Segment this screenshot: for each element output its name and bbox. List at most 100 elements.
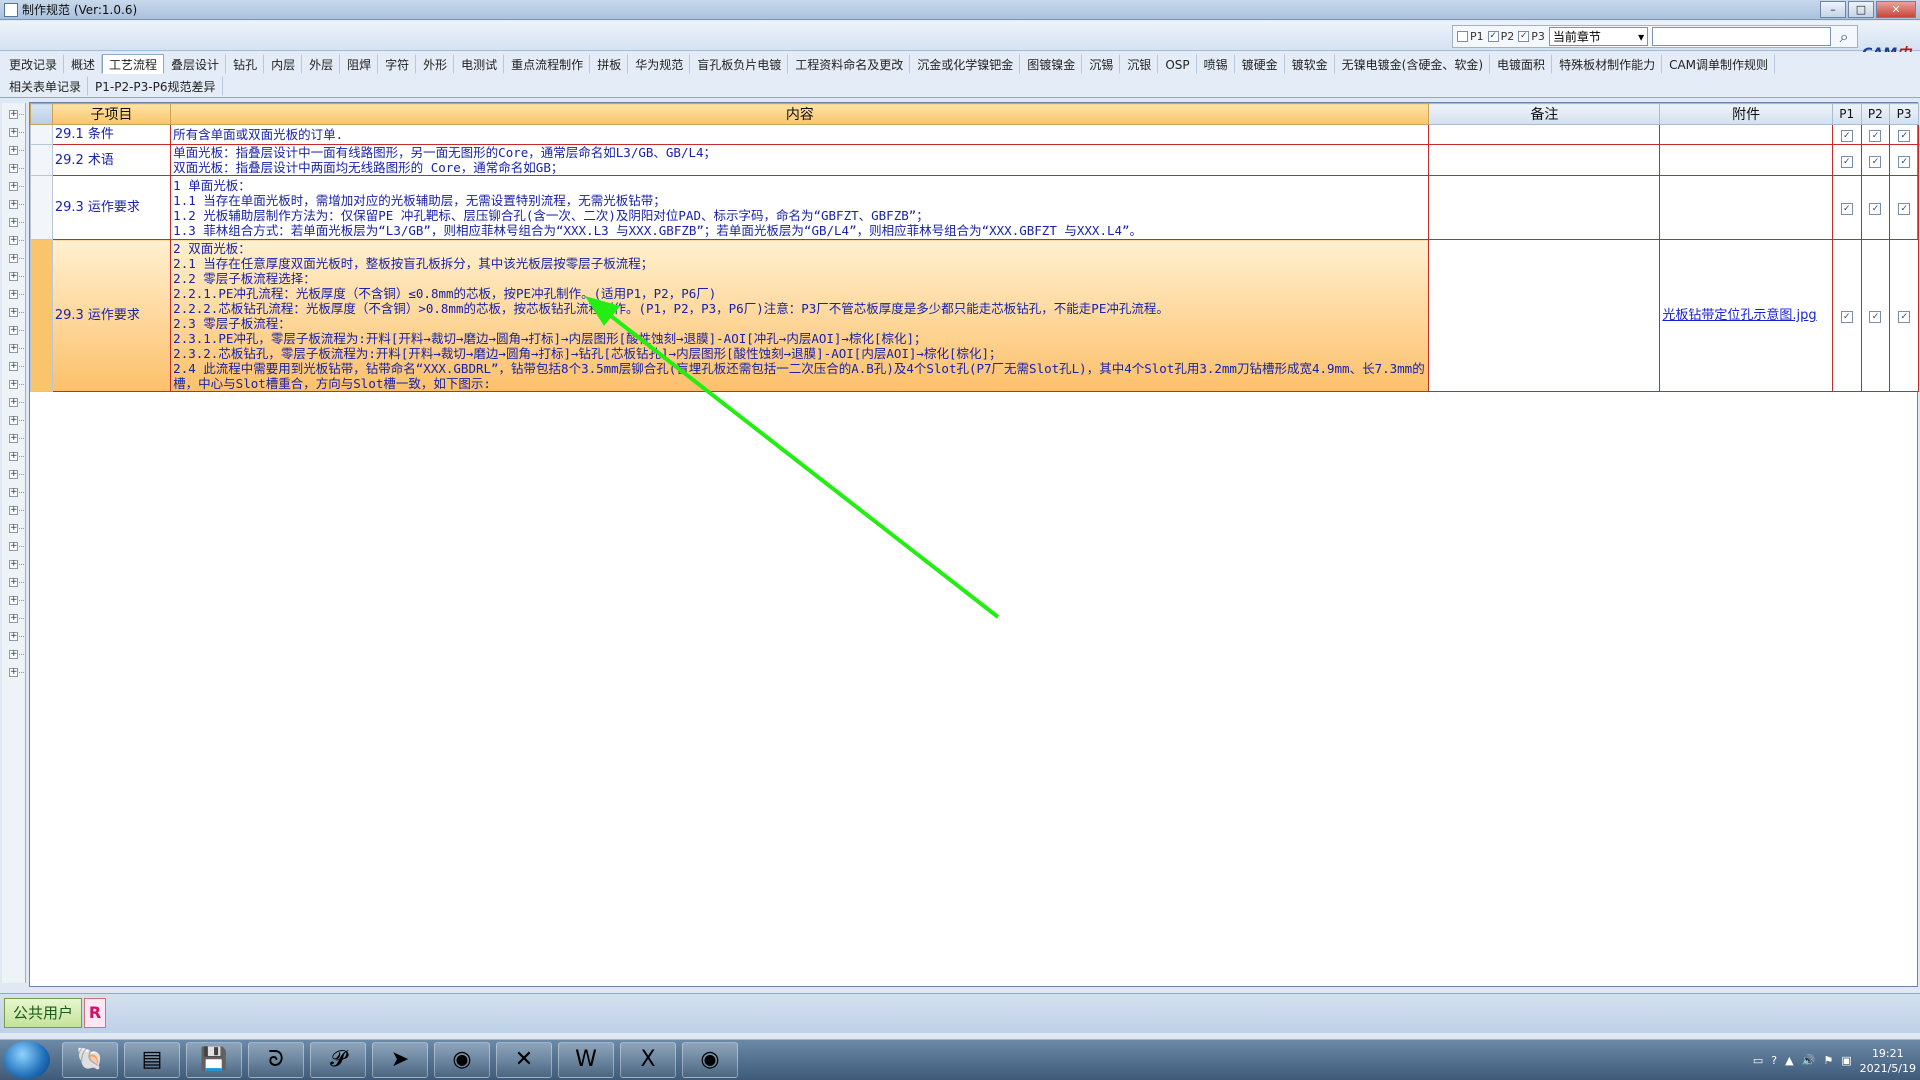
tree-expand-node[interactable]: + bbox=[9, 560, 24, 569]
cell-remark[interactable] bbox=[1428, 239, 1661, 392]
tab-tabs_row2-0[interactable]: 相关表单记录 bbox=[2, 76, 89, 96]
tab-tabs_row1-6[interactable]: 外层 bbox=[302, 54, 341, 74]
p1-checkbox[interactable]: ✓ bbox=[1840, 203, 1853, 215]
cell-sub[interactable]: 29.3 运作要求 bbox=[51, 175, 172, 240]
cell-attachment[interactable] bbox=[1659, 144, 1833, 176]
eye-app-icon[interactable]: ◉ bbox=[434, 1042, 490, 1078]
tab-tabs_row1-11[interactable]: 重点流程制作 bbox=[504, 54, 591, 74]
cell-p2[interactable]: ✓ bbox=[1860, 175, 1891, 240]
tree-expand-node[interactable]: + bbox=[9, 326, 24, 335]
grid-row[interactable]: 29.3 运作要求 2 双面光板： 2.1 当存在任意厚度双面光板时，整板按盲孔板… bbox=[30, 239, 1919, 392]
tree-expand-node[interactable]: + bbox=[9, 578, 24, 587]
tab-tabs_row1-10[interactable]: 电测试 bbox=[454, 54, 505, 74]
cell-p1[interactable]: ✓ bbox=[1831, 175, 1862, 240]
flag-icon[interactable]: ⚑ bbox=[1823, 1054, 1833, 1067]
tree-expand-node[interactable]: + bbox=[9, 362, 24, 371]
cell-attachment[interactable] bbox=[1659, 175, 1833, 240]
clock[interactable]: 19:21 2021/5/19 bbox=[1860, 1046, 1916, 1076]
chat-bird-icon[interactable]: ➤ bbox=[372, 1042, 428, 1078]
pen-app-icon[interactable]: 𝓟 bbox=[310, 1042, 366, 1078]
tab-tabs_row1-23[interactable]: 镀软金 bbox=[1285, 54, 1335, 74]
cell-p3[interactable]: ✓ bbox=[1889, 144, 1919, 176]
p3-checkbox[interactable]: ✓ bbox=[1898, 203, 1911, 215]
help-icon[interactable]: ? bbox=[1771, 1054, 1777, 1067]
grid-row[interactable]: 29.1 条件 所有含单面或双面光板的订单. ✓ ✓ ✓ bbox=[30, 124, 1919, 145]
excel-icon[interactable]: X bbox=[620, 1042, 676, 1078]
tab-tabs_row1-3[interactable]: 叠层设计 bbox=[164, 54, 227, 74]
tab-tabs_row1-2[interactable]: 工艺流程 bbox=[102, 54, 165, 74]
grid-corner[interactable] bbox=[30, 103, 53, 125]
tree-expand-node[interactable]: + bbox=[9, 218, 24, 227]
tree-expand-node[interactable]: + bbox=[9, 632, 24, 641]
tab-tabs_row1-9[interactable]: 外形 bbox=[416, 54, 455, 74]
display-icon[interactable]: ▣ bbox=[1841, 1054, 1851, 1067]
header-p2[interactable]: P2 bbox=[1860, 103, 1891, 125]
close-button[interactable]: ✕ bbox=[1876, 1, 1916, 18]
tree-expand-node[interactable]: + bbox=[9, 110, 24, 119]
grid-row[interactable]: 29.2 术语 单面光板：指叠层设计中一面有线路图形，另一面无图形的Core，通常… bbox=[30, 144, 1919, 176]
tree-expand-node[interactable]: + bbox=[9, 614, 24, 623]
row-selector[interactable] bbox=[30, 175, 53, 240]
cell-content[interactable]: 1 单面光板： 1.1 当存在单面光板时，需增加对应的光板辅助层，无需设置特别流… bbox=[170, 175, 1430, 240]
header-remark[interactable]: 备注 bbox=[1428, 103, 1661, 125]
maximize-button[interactable]: □ bbox=[1848, 1, 1874, 18]
filter-p2[interactable]: ✓ P2 bbox=[1487, 30, 1514, 43]
p3-checkbox[interactable]: ✓ bbox=[1898, 130, 1911, 142]
tree-expand-node[interactable]: + bbox=[9, 290, 24, 299]
tree-expand-node[interactable]: + bbox=[9, 650, 24, 659]
tree-expand-node[interactable]: + bbox=[9, 182, 24, 191]
save-disk-icon[interactable]: 💾 bbox=[186, 1042, 242, 1078]
cell-attachment[interactable]: 光板钻带定位孔示意图.jpg bbox=[1659, 239, 1833, 392]
tree-expand-node[interactable]: + bbox=[9, 254, 24, 263]
tab-tabs_row1-12[interactable]: 拼板 bbox=[590, 54, 629, 74]
tab-tabs_row1-0[interactable]: 更改记录 bbox=[2, 54, 65, 74]
p2-checkbox[interactable]: ✓ bbox=[1869, 155, 1882, 168]
tree-expand-node[interactable]: + bbox=[9, 524, 24, 533]
eye-app-icon-2[interactable]: ◉ bbox=[682, 1042, 738, 1078]
tab-tabs_row2-1[interactable]: P1-P2-P3-P6规范差异 bbox=[88, 76, 223, 96]
tree-expand-node[interactable]: + bbox=[9, 146, 24, 155]
cross-app-icon[interactable]: ✕ bbox=[496, 1042, 552, 1078]
shell-app-icon[interactable]: 🐚 bbox=[62, 1042, 118, 1078]
grid-row[interactable]: 29.3 运作要求 1 单面光板： 1.1 当存在单面光板时，需增加对应的光板辅助… bbox=[30, 175, 1919, 240]
p3-checkbox[interactable]: ✓ bbox=[1898, 311, 1911, 323]
tree-expand-node[interactable]: + bbox=[9, 506, 24, 515]
cell-p2[interactable]: ✓ bbox=[1860, 239, 1891, 392]
filter-p1-checkbox[interactable] bbox=[1457, 31, 1468, 42]
tab-tabs_row1-27[interactable]: CAM调单制作规则 bbox=[1662, 54, 1776, 74]
tab-tabs_row1-7[interactable]: 阻焊 bbox=[340, 54, 379, 74]
tab-tabs_row1-5[interactable]: 内层 bbox=[264, 54, 303, 74]
tree-expand-node[interactable]: + bbox=[9, 452, 24, 461]
p1-checkbox[interactable]: ✓ bbox=[1840, 155, 1853, 168]
cell-content[interactable]: 单面光板：指叠层设计中一面有线路图形，另一面无图形的Core，通常层命名如L3/… bbox=[170, 144, 1430, 176]
filter-p1[interactable]: P1 bbox=[1457, 30, 1484, 43]
cell-p2[interactable]: ✓ bbox=[1860, 124, 1891, 145]
tree-expand-node[interactable]: + bbox=[9, 200, 24, 209]
tree-expand-node[interactable]: + bbox=[9, 596, 24, 605]
search-icon[interactable]: ⌕ bbox=[1835, 27, 1853, 47]
row-selector[interactable] bbox=[30, 144, 53, 176]
header-attachment[interactable]: 附件 bbox=[1659, 103, 1833, 125]
scope-select[interactable]: 当前章节 ▾ bbox=[1548, 27, 1649, 46]
cell-remark[interactable] bbox=[1428, 175, 1661, 240]
tree-expand-node[interactable]: + bbox=[9, 398, 24, 407]
cell-content[interactable]: 所有含单面或双面光板的订单. bbox=[170, 124, 1430, 145]
notepad-icon[interactable]: ▤ bbox=[124, 1042, 180, 1078]
cell-p1[interactable]: ✓ bbox=[1831, 124, 1862, 145]
tab-tabs_row1-26[interactable]: 特殊板材制作能力 bbox=[1552, 54, 1663, 74]
network-icon[interactable]: ▭ bbox=[1753, 1054, 1763, 1067]
cell-p1[interactable]: ✓ bbox=[1831, 239, 1862, 392]
current-user[interactable]: 公共用户 bbox=[4, 998, 82, 1028]
tab-tabs_row1-14[interactable]: 盲孔板负片电镀 bbox=[690, 54, 789, 74]
tree-expand-node[interactable]: + bbox=[9, 470, 24, 479]
cell-remark[interactable] bbox=[1428, 124, 1661, 145]
filter-p3-checkbox[interactable]: ✓ bbox=[1518, 31, 1530, 42]
tree-expand-node[interactable]: + bbox=[9, 164, 24, 173]
tree-expand-node[interactable]: + bbox=[9, 380, 24, 389]
header-p3[interactable]: P3 bbox=[1889, 103, 1919, 125]
row-selector[interactable] bbox=[30, 124, 53, 145]
tree-expand-node[interactable]: + bbox=[9, 308, 24, 317]
tree-expand-node[interactable]: + bbox=[9, 434, 24, 443]
tree-expand-node[interactable]: + bbox=[9, 236, 24, 245]
word-icon[interactable]: W bbox=[558, 1042, 614, 1078]
